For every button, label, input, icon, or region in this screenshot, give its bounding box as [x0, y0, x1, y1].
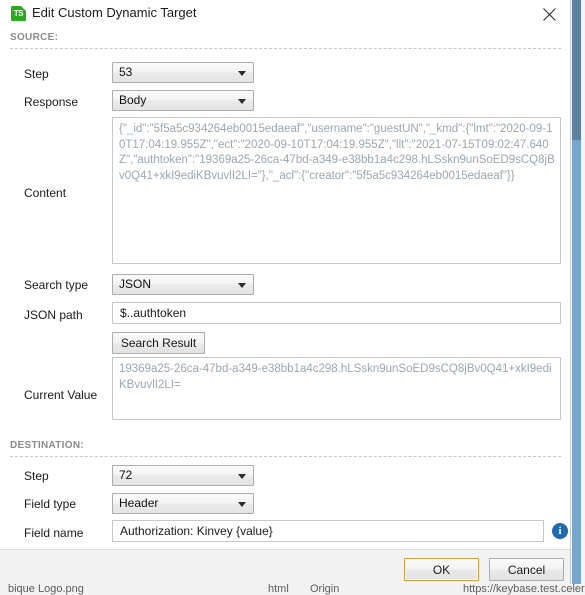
dialog-title: Edit Custom Dynamic Target: [32, 5, 197, 20]
source-content-textarea[interactable]: {"_id":"5f5a5c934264eb0015edaeaf","usern…: [112, 117, 561, 264]
source-step-dropdown[interactable]: 53: [112, 62, 254, 83]
source-response-dropdown[interactable]: Body: [112, 90, 254, 111]
background-cell-filename: bique Logo.png: [8, 584, 84, 595]
source-current-value-label: Current Value: [24, 388, 98, 402]
destination-field-type-label: Field type: [24, 497, 77, 511]
background-bottom-row: bique Logo.png html Origin https://keyba…: [0, 584, 585, 595]
cancel-button[interactable]: Cancel: [489, 558, 564, 581]
chevron-down-icon: [238, 71, 246, 76]
destination-step-value: 72: [119, 468, 133, 482]
dialog-button-bar: OK Cancel: [0, 549, 570, 584]
source-search-type-dropdown[interactable]: JSON: [112, 274, 254, 295]
edit-custom-dynamic-target-dialog: TS Edit Custom Dynamic Target SOURCE: St…: [0, 0, 571, 584]
background-cell-type: html: [268, 584, 289, 595]
testing-studio-app-icon: TS: [11, 6, 26, 21]
destination-section-divider: [10, 456, 561, 457]
destination-section-label: DESTINATION:: [10, 440, 84, 451]
destination-field-type-dropdown[interactable]: Header: [112, 493, 254, 514]
destination-field-type-value: Header: [119, 496, 159, 510]
source-response-value: Body: [119, 93, 147, 107]
background-cell-url: https://keybase.test.celer: [463, 584, 585, 595]
ok-button[interactable]: OK: [404, 558, 479, 581]
source-search-type-value: JSON: [119, 277, 152, 291]
chevron-down-icon: [238, 283, 246, 288]
info-icon[interactable]: i: [552, 523, 568, 539]
source-json-path-input[interactable]: $..authtoken: [112, 302, 561, 324]
source-step-label: Step: [24, 67, 49, 81]
source-content-label: Content: [24, 186, 67, 200]
chevron-down-icon: [238, 99, 246, 104]
search-result-button[interactable]: Search Result: [112, 332, 205, 354]
background-scrollbar-thumb-upper[interactable]: [572, 0, 581, 140]
destination-step-label: Step: [24, 469, 49, 483]
source-current-value-textarea[interactable]: 19369a25-26ca-47bd-a349-e38bb1a4c298.hLS…: [112, 357, 561, 420]
source-step-value: 53: [119, 65, 133, 79]
destination-field-name-label: Field name: [24, 526, 84, 540]
background-cell-origin: Origin: [310, 584, 340, 595]
source-search-type-label: Search type: [24, 278, 89, 292]
chevron-down-icon: [238, 502, 246, 507]
source-json-path-label: JSON path: [24, 308, 83, 322]
dialog-title-bar: TS Edit Custom Dynamic Target: [0, 0, 570, 28]
close-icon[interactable]: [532, 0, 566, 28]
source-section-divider: [10, 48, 561, 49]
destination-step-dropdown[interactable]: 72: [112, 465, 254, 486]
source-response-label: Response: [24, 95, 79, 109]
source-section-label: SOURCE:: [10, 32, 59, 43]
chevron-down-icon: [238, 474, 246, 479]
destination-field-name-input[interactable]: Authorization: Kinvey {value}: [112, 520, 544, 542]
background-scrollbar-thumb-lower[interactable]: [572, 140, 581, 584]
